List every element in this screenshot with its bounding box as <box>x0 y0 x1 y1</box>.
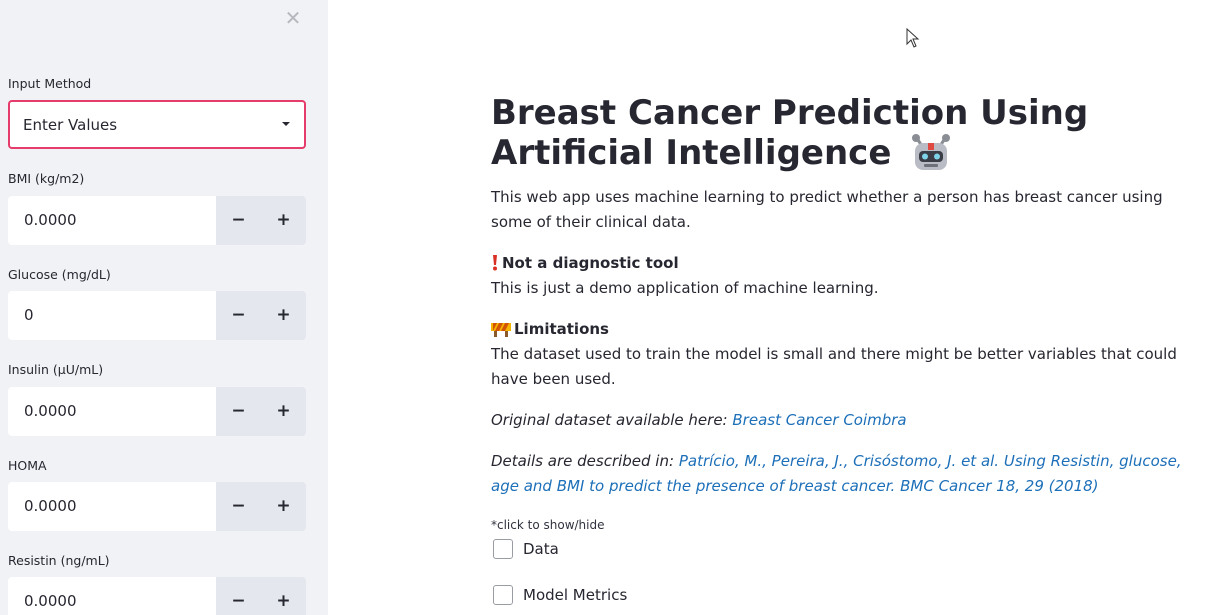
insulin-label: Insulin (µU/mL) <box>8 362 104 377</box>
details-prefix: Details are described in: <box>491 452 675 470</box>
chevron-down-icon <box>282 122 290 126</box>
homa-stepper: − + <box>216 482 306 531</box>
homa-increment-button[interactable]: + <box>261 482 306 531</box>
intro-text: This web app uses machine learning to pr… <box>491 188 1163 231</box>
main-content: Breast Cancer Prediction Using Artificia… <box>328 0 1208 615</box>
limitations-text: The dataset used to train the model is s… <box>491 345 1177 388</box>
app-window: ✕ Input Method Enter Values BMI (kg/m2) … <box>0 0 1208 615</box>
exclamation-icon <box>493 255 497 271</box>
dataset-prefix: Original dataset available here: <box>491 411 728 429</box>
resistin-increment-button[interactable]: + <box>261 577 306 615</box>
limitations-block: Limitations The dataset used to train th… <box>491 317 1196 392</box>
not-diagnostic-heading-row: Not a diagnostic tool <box>491 251 1196 276</box>
mouse-cursor-icon <box>906 28 920 48</box>
homa-value: 0.0000 <box>24 497 77 515</box>
dataset-link[interactable]: Breast Cancer Coimbra <box>732 411 906 429</box>
not-diagnostic-block: Not a diagnostic tool This is just a dem… <box>491 251 1196 301</box>
homa-decrement-button[interactable]: − <box>216 482 261 531</box>
input-method-label: Input Method <box>8 76 92 91</box>
limitations-heading: Limitations <box>514 320 609 338</box>
robot-icon <box>912 134 951 170</box>
insulin-input[interactable]: 0.0000 <box>8 387 216 436</box>
bmi-label: BMI (kg/m2) <box>8 171 85 186</box>
insulin-value: 0.0000 <box>24 402 77 420</box>
not-diagnostic-text: This is just a demo application of machi… <box>491 279 879 297</box>
insulin-stepper: − + <box>216 387 306 436</box>
bmi-number-input: 0.0000 − + <box>8 196 306 245</box>
resistin-input[interactable]: 0.0000 <box>8 577 216 615</box>
homa-number-input: 0.0000 − + <box>8 482 306 531</box>
resistin-label: Resistin (ng/mL) <box>8 553 110 568</box>
glucose-label: Glucose (mg/dL) <box>8 267 111 282</box>
homa-label: HOMA <box>8 458 47 473</box>
bmi-value: 0.0000 <box>24 211 77 229</box>
data-checkbox-label: Data <box>523 540 559 558</box>
limitations-heading-row: Limitations <box>491 317 1196 342</box>
bmi-increment-button[interactable]: + <box>261 196 306 245</box>
model-metrics-checkbox-label: Model Metrics <box>523 586 628 604</box>
page-title-text: Breast Cancer Prediction Using Artificia… <box>491 93 1089 173</box>
glucose-number-input: 0 − + <box>8 291 306 340</box>
bmi-input[interactable]: 0.0000 <box>8 196 216 245</box>
dataset-line: Original dataset available here: Breast … <box>491 408 1196 433</box>
resistin-value: 0.0000 <box>24 592 77 610</box>
resistin-stepper: − + <box>216 577 306 615</box>
insulin-increment-button[interactable]: + <box>261 387 306 436</box>
input-method-value: Enter Values <box>23 116 118 134</box>
glucose-increment-button[interactable]: + <box>261 291 306 340</box>
data-checkbox[interactable] <box>493 539 513 559</box>
glucose-input[interactable]: 0 <box>8 291 216 340</box>
construction-icon <box>491 323 511 337</box>
insulin-number-input: 0.0000 − + <box>8 387 306 436</box>
click-hint: *click to show/hide <box>491 518 605 532</box>
page-title: Breast Cancer Prediction Using Artificia… <box>491 94 1201 172</box>
input-method-select[interactable]: Enter Values <box>8 100 306 149</box>
insulin-decrement-button[interactable]: − <box>216 387 261 436</box>
bmi-stepper: − + <box>216 196 306 245</box>
resistin-decrement-button[interactable]: − <box>216 577 261 615</box>
resistin-number-input: 0.0000 − + <box>8 577 306 615</box>
bmi-decrement-button[interactable]: − <box>216 196 261 245</box>
not-diagnostic-heading: Not a diagnostic tool <box>502 254 679 272</box>
glucose-decrement-button[interactable]: − <box>216 291 261 340</box>
glucose-value: 0 <box>24 306 34 324</box>
glucose-stepper: − + <box>216 291 306 340</box>
homa-input[interactable]: 0.0000 <box>8 482 216 531</box>
close-icon[interactable]: ✕ <box>282 7 304 29</box>
details-line: Details are described in: Patrício, M., … <box>491 449 1196 499</box>
sidebar: ✕ Input Method Enter Values BMI (kg/m2) … <box>0 0 328 615</box>
model-metrics-checkbox[interactable] <box>493 585 513 605</box>
